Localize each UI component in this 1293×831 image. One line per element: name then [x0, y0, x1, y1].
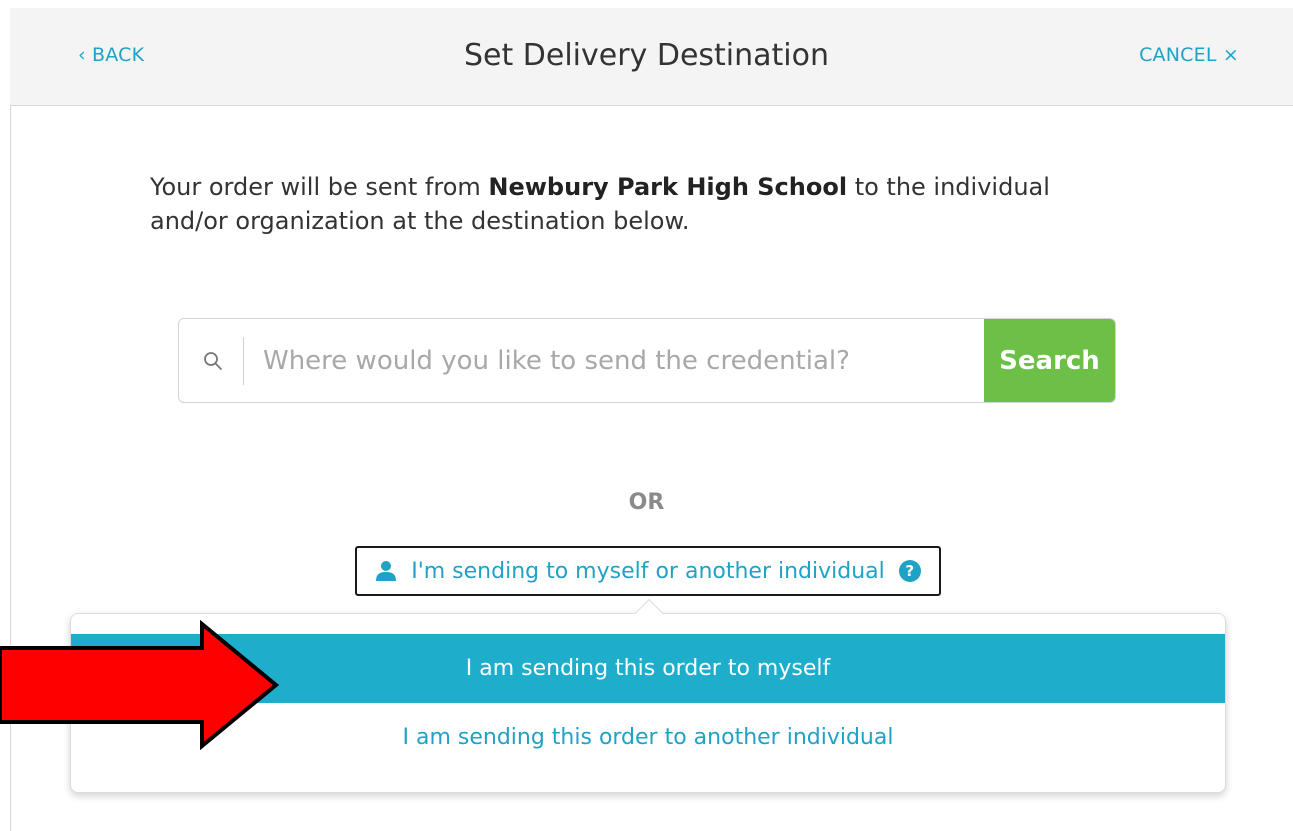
search-separator	[243, 337, 244, 385]
search-box: Search	[178, 318, 1116, 403]
intro-prefix: Your order will be sent from	[150, 173, 489, 201]
intro-text: Your order will be sent from Newbury Par…	[150, 170, 1110, 238]
search-button[interactable]: Search	[984, 319, 1115, 402]
individual-toggle-label: I'm sending to myself or another individ…	[411, 558, 885, 584]
individual-toggle-button[interactable]: I'm sending to myself or another individ…	[355, 546, 941, 596]
person-icon	[376, 561, 397, 581]
search-icon	[204, 352, 222, 370]
page: ‹ BACK CANCEL × Set Delivery Destination…	[0, 0, 1293, 831]
or-divider: OR	[628, 490, 665, 515]
red-arrow-annotation	[0, 620, 280, 750]
page-title: Set Delivery Destination	[463, 38, 829, 73]
school-name: Newbury Park High School	[488, 173, 848, 201]
search-input[interactable]	[263, 319, 973, 402]
help-icon[interactable]: ?	[898, 560, 921, 582]
